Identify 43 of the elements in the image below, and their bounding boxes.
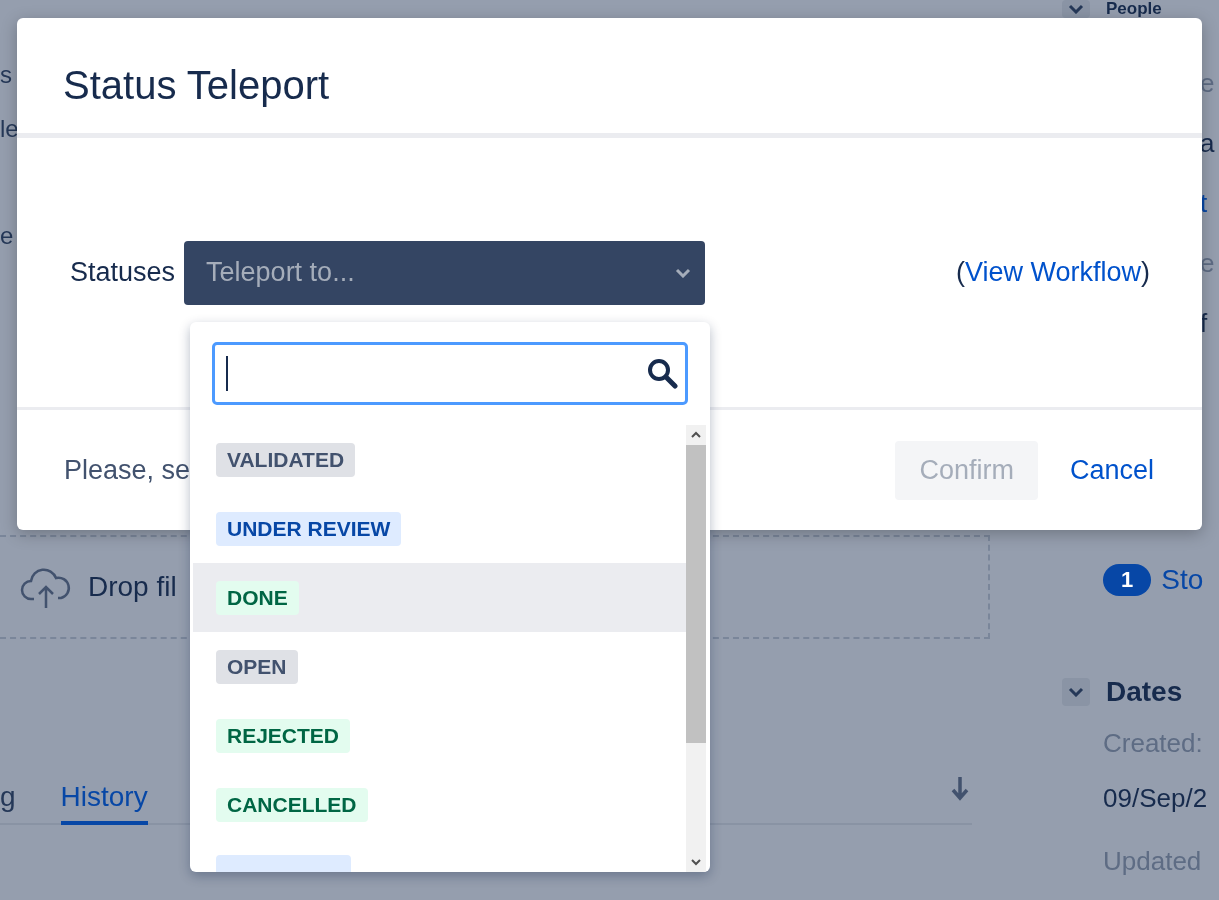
section-heading: People [1106,0,1162,18]
search-icon [646,357,678,389]
status-option[interactable]: CANCELLED [193,770,686,839]
text-fragment: le [0,114,19,144]
status-lozenge: DONE [216,580,299,615]
created-date: 09/Sep/2 [1103,783,1209,814]
tab[interactable]: g [0,780,16,825]
status-lozenge: REJECTED [216,718,351,753]
status-select[interactable]: Teleport to... [184,240,706,305]
collapse-button[interactable] [1062,678,1090,706]
text-fragment: s [0,60,12,90]
cancel-button[interactable]: Cancel [1069,454,1154,486]
status-lozenge: UNDER REVIEW [216,511,402,546]
tab[interactable]: History [60,780,148,825]
scrollbar[interactable] [686,425,706,872]
cloud-upload-icon [20,565,72,609]
view-workflow-link[interactable]: View Workflow [964,257,1141,288]
instruction-text: Please, se [64,454,191,486]
arrow-down-icon[interactable] [950,775,970,801]
chevron-down-icon [1068,687,1084,697]
drop-files-text: Drop fil [88,571,177,603]
text-cursor [226,356,228,391]
text-fragment: e [0,221,14,251]
section-heading: Dates [1106,676,1183,708]
collapse-button[interactable] [1062,0,1090,18]
field-label: Statuses [70,257,176,288]
text-fragment: f [1200,308,1209,338]
workflow-link-text: (View Workflow) [955,257,1150,288]
status-lozenge: VALIDATED [216,442,356,477]
search-field[interactable] [212,342,688,405]
stop-watching-link[interactable]: Sto [1161,564,1204,596]
dialog-title: Status Teleport [63,63,330,108]
text-fragment: a [1200,128,1216,158]
status-option[interactable]: UNDER REVIEW [193,494,686,563]
status-option[interactable]: DONE [193,563,686,632]
status-option[interactable]: VALIDATED [193,425,686,494]
chevron-down-icon [1068,4,1084,14]
watcher-count: 1 [1103,564,1152,596]
status-lozenge: CANCELLED [216,787,368,822]
status-option[interactable]: OPEN [193,632,686,701]
status-lozenge: OPEN [216,649,298,684]
chevron-down-icon [675,267,692,278]
status-option[interactable]: REJECTED [193,701,686,770]
